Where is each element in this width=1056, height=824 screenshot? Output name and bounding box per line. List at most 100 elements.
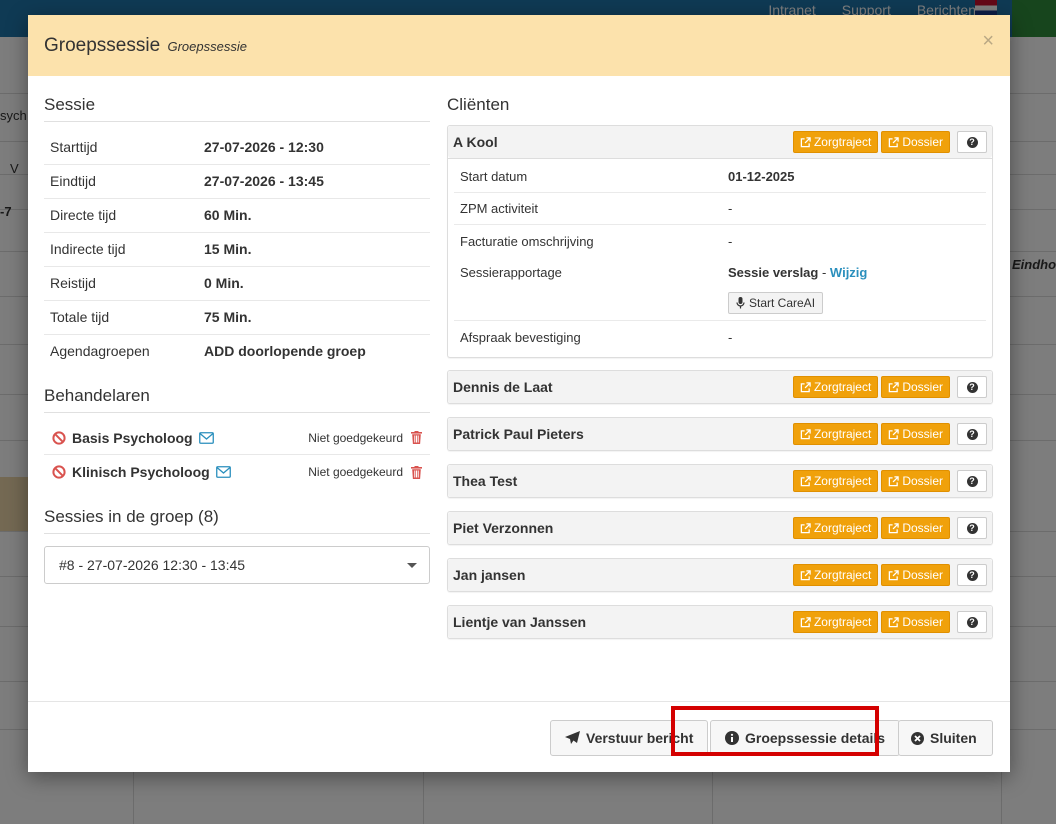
dossier-button[interactable]: Dossier xyxy=(881,423,950,445)
client-panel-header[interactable]: A Kool Zorgtraject Dossier ? xyxy=(448,126,992,158)
ban-icon xyxy=(52,465,66,479)
wijzig-link[interactable]: Wijzig xyxy=(830,265,867,280)
client-name: Thea Test xyxy=(453,473,518,489)
detail-label: Start datum xyxy=(460,169,528,184)
detail-label: Afspraak bevestiging xyxy=(460,329,581,345)
dossier-label: Dossier xyxy=(902,568,943,582)
zorgtraject-button[interactable]: Zorgtraject xyxy=(792,611,879,633)
zorgtraject-label: Zorgtraject xyxy=(813,380,872,394)
client-detail-row: Start datum 01-12-2025 xyxy=(454,161,986,193)
client-panel-header[interactable]: Jan jansen Zorgtraject Dossier? xyxy=(448,559,992,591)
client-panel-header[interactable]: Thea Test Zorgtraject Dossier? xyxy=(448,465,992,497)
careai-label: Start CareAI xyxy=(749,296,816,310)
detail-value: - xyxy=(728,233,733,249)
session-label: Reistijd xyxy=(44,266,198,301)
send-message-button[interactable]: Verstuur bericht xyxy=(550,720,709,756)
client-panel: Jan jansen Zorgtraject Dossier? xyxy=(447,558,993,592)
behandelaar-status: Niet goedgekeurd xyxy=(308,430,403,445)
session-value: 27-07-2026 - 12:30 xyxy=(198,130,430,165)
detail-value: Sessie verslag - Wijzig Start CareAI xyxy=(728,265,867,314)
dossier-button[interactable]: Dossier xyxy=(881,517,950,539)
external-link-icon xyxy=(800,428,811,439)
dossier-button[interactable]: Dossier xyxy=(881,564,950,586)
dossier-button[interactable]: Dossier xyxy=(881,470,950,492)
question-icon: ? xyxy=(966,569,978,581)
help-button[interactable]: ? xyxy=(957,376,987,398)
session-heading: Sessie xyxy=(44,95,430,122)
modal-title-text: Groepssessie xyxy=(44,35,161,56)
dossier-label: Dossier xyxy=(902,135,943,149)
modal-title: Groepssessie Groepssessie xyxy=(44,35,994,57)
zorgtraject-button[interactable]: Zorgtraject xyxy=(792,470,879,492)
detail-value: 01-12-2025 xyxy=(728,169,795,184)
dossier-button[interactable]: Dossier xyxy=(881,131,950,153)
close-icon[interactable]: × xyxy=(982,30,994,53)
client-panel: Dennis de Laat Zorgtraject Dossier? xyxy=(447,370,993,404)
client-name: Dennis de Laat xyxy=(453,379,553,395)
client-panel-header[interactable]: Patrick Paul Pieters Zorgtraject Dossier? xyxy=(448,418,992,450)
session-value: 15 Min. xyxy=(198,232,430,267)
session-label: Agendagroepen xyxy=(50,343,150,360)
other-clients-list: Dennis de Laat Zorgtraject Dossier? Patrick… xyxy=(447,370,993,639)
dossier-label: Dossier xyxy=(902,615,943,629)
envelope-icon[interactable] xyxy=(198,431,214,444)
session-row: Eindtijd 27-07-2026 - 13:45 xyxy=(44,164,430,199)
behandelaar-row: Klinisch Psycholoog Niet goedgekeurd xyxy=(44,455,430,489)
zorgtraject-label: Zorgtraject xyxy=(813,135,872,149)
help-button[interactable]: ? xyxy=(957,131,987,153)
help-button[interactable]: ? xyxy=(957,564,987,586)
dossier-label: Dossier xyxy=(902,521,943,535)
help-button[interactable]: ? xyxy=(957,423,987,445)
external-link-icon xyxy=(800,475,811,486)
client-panel-header[interactable]: Dennis de Laat Zorgtraject Dossier? xyxy=(448,371,992,403)
client-name: Lientje van Janssen xyxy=(453,614,587,630)
zorgtraject-button[interactable]: Zorgtraject xyxy=(792,423,879,445)
session-row: Starttijd 27-07-2026 - 12:30 xyxy=(44,130,430,165)
client-panel: Patrick Paul Pieters Zorgtraject Dossier? xyxy=(447,417,993,451)
external-link-icon xyxy=(800,381,811,392)
client-panel: Thea Test Zorgtraject Dossier? xyxy=(447,464,993,498)
dossier-button[interactable]: Dossier xyxy=(881,611,950,633)
help-button[interactable]: ? xyxy=(957,470,987,492)
behandelaren-heading: Behandelaren xyxy=(44,386,430,413)
external-link-icon xyxy=(889,475,900,486)
close-button[interactable]: Sluiten xyxy=(898,720,993,756)
question-icon: ? xyxy=(966,522,978,534)
modal-subtitle: Groepssessie xyxy=(167,39,247,54)
zorgtraject-button[interactable]: Zorgtraject xyxy=(792,564,879,586)
external-link-icon xyxy=(889,381,900,392)
zorgtraject-button[interactable]: Zorgtraject xyxy=(792,131,879,153)
session-value: 75 Min. xyxy=(198,300,430,335)
trash-icon[interactable] xyxy=(411,465,422,479)
paper-plane-icon xyxy=(565,731,580,744)
external-link-icon xyxy=(889,136,900,147)
send-message-label: Verstuur bericht xyxy=(586,730,694,746)
group-session-details-label: Groepssessie details xyxy=(745,730,886,746)
zorgtraject-button[interactable]: Zorgtraject xyxy=(792,376,879,398)
groepssessie-modal: Groepssessie Groepssessie × Sessie Start… xyxy=(28,15,1010,772)
help-button[interactable]: ? xyxy=(957,611,987,633)
client-panel-header[interactable]: Lientje van Janssen Zorgtraject Dossier? xyxy=(448,606,992,638)
question-icon: ? xyxy=(966,381,978,393)
zorgtraject-button[interactable]: Zorgtraject xyxy=(792,517,879,539)
group-session-details-button[interactable]: Groepssessie details xyxy=(710,720,901,756)
rapportage-value: Sessie verslag xyxy=(728,265,819,280)
session-select-value: #8 - 27-07-2026 12:30 - 13:45 xyxy=(59,557,246,573)
envelope-icon[interactable] xyxy=(215,466,231,478)
dossier-button[interactable]: Dossier xyxy=(881,376,950,398)
session-row: Agendagroepen ADD doorlopende groep xyxy=(44,334,430,368)
session-select[interactable]: #8 - 27-07-2026 12:30 - 13:45 xyxy=(44,546,430,584)
client-detail-row: Sessierapportage Sessie verslag - Wijzig… xyxy=(454,257,986,321)
session-label: Totale tijd xyxy=(44,300,198,335)
question-icon: ? xyxy=(966,428,978,440)
start-careai-button[interactable]: Start CareAI xyxy=(728,292,824,314)
client-panel-header[interactable]: Piet Verzonnen Zorgtraject Dossier? xyxy=(448,512,992,544)
session-row: Totale tijd 75 Min. xyxy=(44,300,430,335)
help-button[interactable]: ? xyxy=(957,517,987,539)
close-label: Sluiten xyxy=(930,730,977,746)
trash-icon[interactable] xyxy=(411,431,422,444)
session-label: Indirecte tijd xyxy=(44,232,198,267)
close-circle-icon xyxy=(911,731,924,745)
session-value: 60 Min. xyxy=(198,198,430,233)
client-detail-row: Afspraak bevestiging - xyxy=(454,321,986,353)
